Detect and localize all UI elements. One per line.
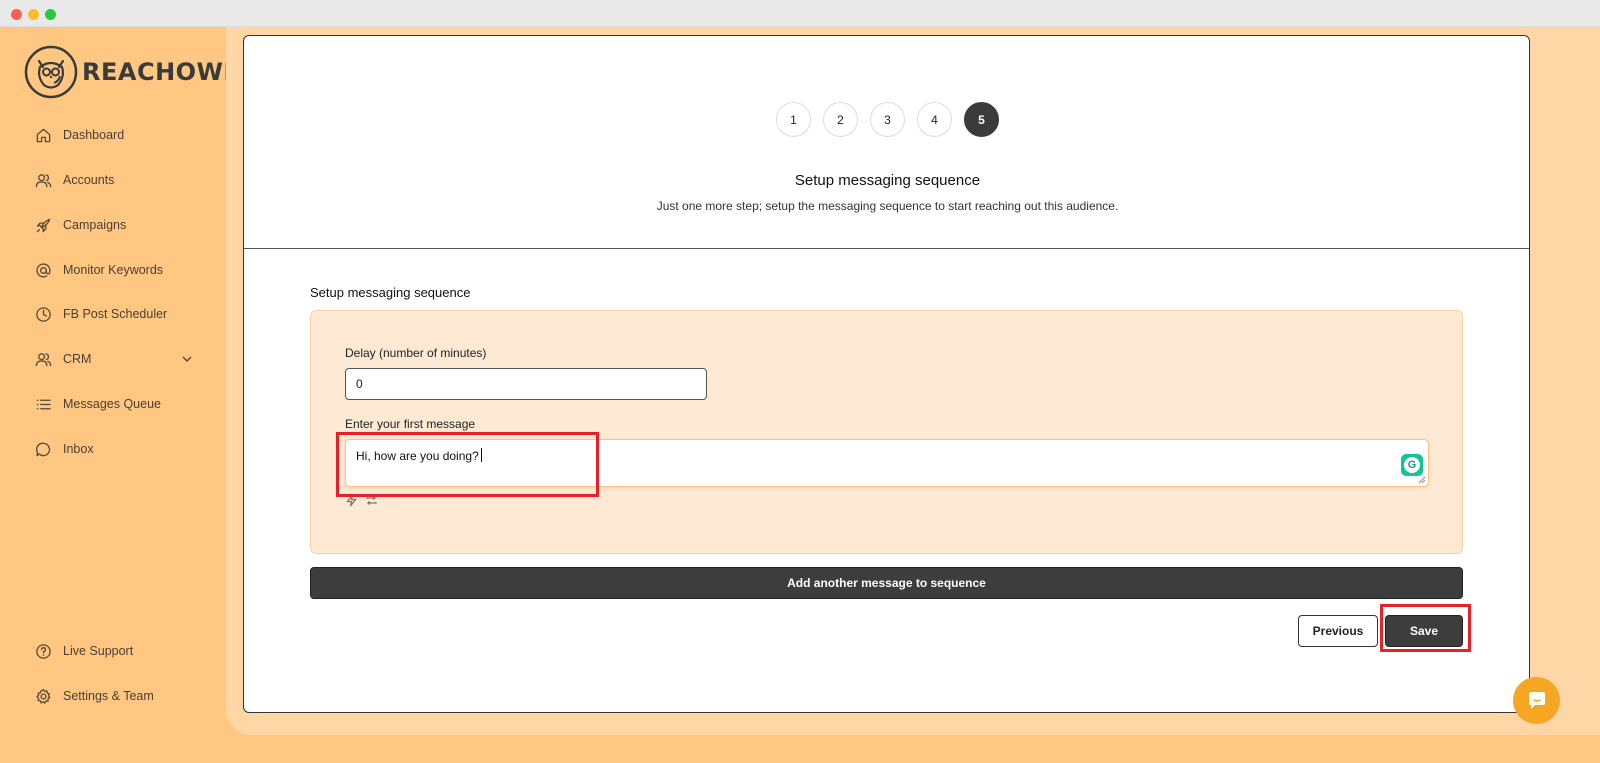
sidebar-item-accounts[interactable]: Accounts bbox=[34, 166, 194, 194]
sidebar-item-label: Monitor Keywords bbox=[63, 263, 164, 277]
message-label: Enter your first message bbox=[345, 417, 476, 431]
help-circle-icon bbox=[34, 642, 52, 660]
step-5[interactable]: 5 bbox=[964, 102, 999, 137]
users-icon bbox=[34, 171, 52, 189]
sidebar-item-messages-queue[interactable]: Messages Queue bbox=[34, 390, 194, 418]
sidebar-item-label: CRM bbox=[63, 352, 92, 366]
grammarly-icon[interactable]: G bbox=[1401, 454, 1423, 476]
sidebar-item-label: Settings & Team bbox=[63, 689, 154, 703]
previous-button[interactable]: Previous bbox=[1298, 615, 1378, 647]
minimize-window-button[interactable] bbox=[28, 9, 39, 20]
at-sign-icon bbox=[34, 261, 52, 279]
close-window-button[interactable] bbox=[11, 9, 22, 20]
app-root: REACHOWL Dashboard Accounts Campaigns Mo… bbox=[0, 27, 1600, 763]
sidebar-item-crm[interactable]: CRM bbox=[34, 345, 194, 373]
list-icon bbox=[34, 395, 52, 413]
home-icon bbox=[34, 126, 52, 144]
message-textarea[interactable]: Hi, how are you doing? G bbox=[345, 439, 1429, 487]
page-title: Setup messaging sequence bbox=[794, 172, 981, 189]
sidebar-item-label: Accounts bbox=[63, 173, 115, 187]
users-icon bbox=[34, 350, 52, 368]
logo[interactable]: REACHOWL bbox=[24, 45, 239, 99]
sidebar-item-monitor-keywords[interactable]: Monitor Keywords bbox=[34, 256, 194, 284]
step-indicator: 1 2 3 4 5 bbox=[776, 102, 1011, 137]
sequence-box: Delay (number of minutes) Enter your fir… bbox=[310, 310, 1463, 554]
window-titlebar bbox=[0, 0, 1600, 27]
section-title: Setup messaging sequence bbox=[310, 285, 471, 300]
sidebar-item-campaigns[interactable]: Campaigns bbox=[34, 211, 194, 239]
sidebar-item-label: Inbox bbox=[63, 442, 94, 456]
sidebar: REACHOWL Dashboard Accounts Campaigns Mo… bbox=[0, 27, 239, 763]
sidebar-item-label: FB Post Scheduler bbox=[63, 307, 168, 321]
step-4[interactable]: 4 bbox=[917, 102, 952, 137]
sidebar-item-settings-team[interactable]: Settings & Team bbox=[34, 682, 194, 710]
sidebar-item-label: Messages Queue bbox=[63, 397, 161, 411]
step-3[interactable]: 3 bbox=[870, 102, 905, 137]
add-message-button[interactable]: Add another message to sequence bbox=[310, 567, 1463, 599]
message-tools bbox=[345, 494, 385, 507]
message-text: Hi, how are you doing? bbox=[356, 448, 482, 463]
lightning-icon[interactable] bbox=[345, 494, 358, 507]
sidebar-item-fb-post-scheduler[interactable]: FB Post Scheduler bbox=[34, 300, 194, 328]
delay-input[interactable] bbox=[345, 368, 707, 400]
sidebar-item-label: Dashboard bbox=[63, 128, 125, 142]
resize-handle-icon[interactable] bbox=[1418, 476, 1426, 484]
chevron-down-icon[interactable] bbox=[180, 352, 194, 366]
chat-bubble-icon bbox=[1528, 691, 1545, 709]
sidebar-item-inbox[interactable]: Inbox bbox=[34, 435, 194, 463]
chat-icon bbox=[34, 440, 52, 458]
gear-icon bbox=[34, 687, 52, 705]
step-2[interactable]: 2 bbox=[823, 102, 858, 137]
clock-icon bbox=[34, 305, 52, 323]
sidebar-item-dashboard[interactable]: Dashboard bbox=[34, 121, 194, 149]
live-chat-button[interactable] bbox=[1513, 677, 1560, 724]
delay-label: Delay (number of minutes) bbox=[345, 346, 487, 360]
wizard-card: 1 2 3 4 5 Setup messaging sequence Just … bbox=[243, 35, 1530, 713]
app-name: REACHOWL bbox=[82, 58, 240, 86]
divider bbox=[244, 248, 1529, 249]
step-1[interactable]: 1 bbox=[776, 102, 811, 137]
repeat-icon[interactable] bbox=[365, 494, 378, 507]
save-button[interactable]: Save bbox=[1385, 615, 1463, 647]
sidebar-item-label: Live Support bbox=[63, 644, 134, 658]
maximize-window-button[interactable] bbox=[45, 9, 56, 20]
page-subtitle: Just one more step; setup the messaging … bbox=[656, 199, 1119, 213]
rocket-icon bbox=[34, 216, 52, 234]
sidebar-item-label: Campaigns bbox=[63, 218, 127, 232]
sidebar-item-live-support[interactable]: Live Support bbox=[34, 637, 194, 665]
owl-logo-icon bbox=[24, 45, 78, 99]
